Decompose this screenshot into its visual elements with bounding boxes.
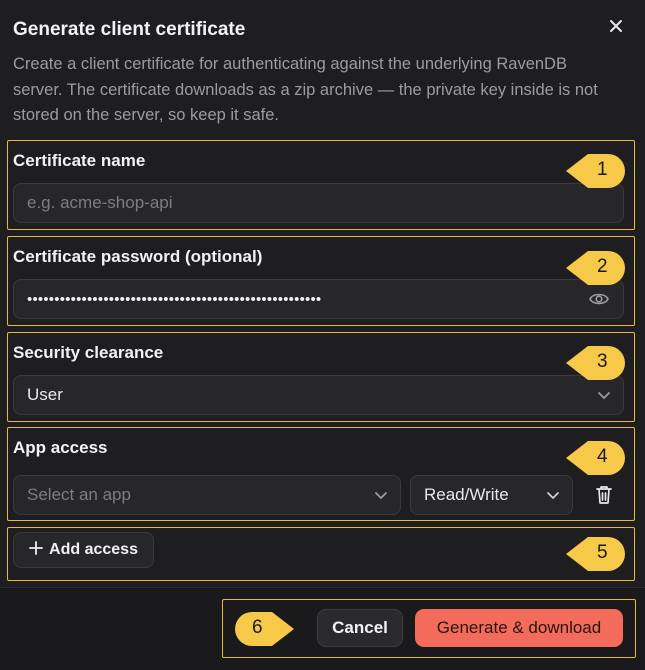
callout-badge-number: 1 <box>597 159 608 180</box>
security-clearance-section: Security clearance User 3 <box>7 332 635 422</box>
security-clearance-value: User <box>27 385 63 404</box>
certificate-name-input[interactable]: e.g. acme-shop-api <box>13 183 624 223</box>
callout-badge-5: 5 <box>564 534 627 574</box>
certificate-name-label: Certificate name <box>13 151 146 170</box>
dialog-description: Create a client certificate for authenti… <box>13 55 598 124</box>
app-select-placeholder: Select an app <box>27 485 131 504</box>
security-clearance-label: Security clearance <box>13 343 164 362</box>
permission-select[interactable]: Read/Write <box>410 475 573 515</box>
add-access-button[interactable]: Add access <box>13 532 154 568</box>
password-value: ••••••••••••••••••••••••••••••••••••••••… <box>27 290 322 308</box>
eye-icon[interactable] <box>589 291 609 312</box>
app-access-label: App access <box>13 438 108 457</box>
callout-badge-3: 3 <box>564 343 627 383</box>
callout-badge-number: 6 <box>252 617 263 638</box>
certificate-password-input[interactable]: ••••••••••••••••••••••••••••••••••••••••… <box>13 279 624 319</box>
add-access-section: Add access 5 <box>7 527 635 581</box>
callout-badge-2: 2 <box>564 248 627 288</box>
cancel-button[interactable]: Cancel <box>317 609 403 647</box>
callout-badge-number: 2 <box>597 256 608 277</box>
generate-download-button[interactable]: Generate & download <box>415 609 623 647</box>
callout-badge-1: 1 <box>564 151 627 191</box>
plus-icon <box>29 540 43 560</box>
callout-badge-number: 5 <box>597 542 608 563</box>
callout-badge-number: 3 <box>597 351 608 372</box>
callout-badge-4: 4 <box>564 438 627 478</box>
certificate-name-section: Certificate name e.g. acme-shop-api 1 <box>7 140 635 230</box>
app-select[interactable]: Select an app <box>13 475 401 515</box>
trash-icon[interactable] <box>595 485 617 509</box>
certificate-name-placeholder: e.g. acme-shop-api <box>27 193 173 212</box>
close-icon[interactable] <box>604 14 628 38</box>
certificate-dialog: Generate client certificate Create a cli… <box>0 0 645 670</box>
permission-value: Read/Write <box>424 485 509 504</box>
app-access-section: App access Select an app Read/Write 4 <box>7 427 635 521</box>
callout-badge-6: 6 <box>233 609 296 649</box>
certificate-password-label: Certificate password (optional) <box>13 247 263 266</box>
chevron-down-icon <box>597 387 611 408</box>
security-clearance-select[interactable]: User <box>13 375 624 415</box>
callout-badge-number: 4 <box>597 446 608 467</box>
dialog-title: Generate client certificate <box>13 19 246 40</box>
footer-actions-section: 6 Cancel Generate & download <box>222 599 636 658</box>
chevron-down-icon <box>374 487 388 508</box>
add-access-label: Add access <box>49 541 138 558</box>
certificate-password-section: Certificate password (optional) ••••••••… <box>7 236 635 326</box>
chevron-down-icon <box>546 487 560 508</box>
